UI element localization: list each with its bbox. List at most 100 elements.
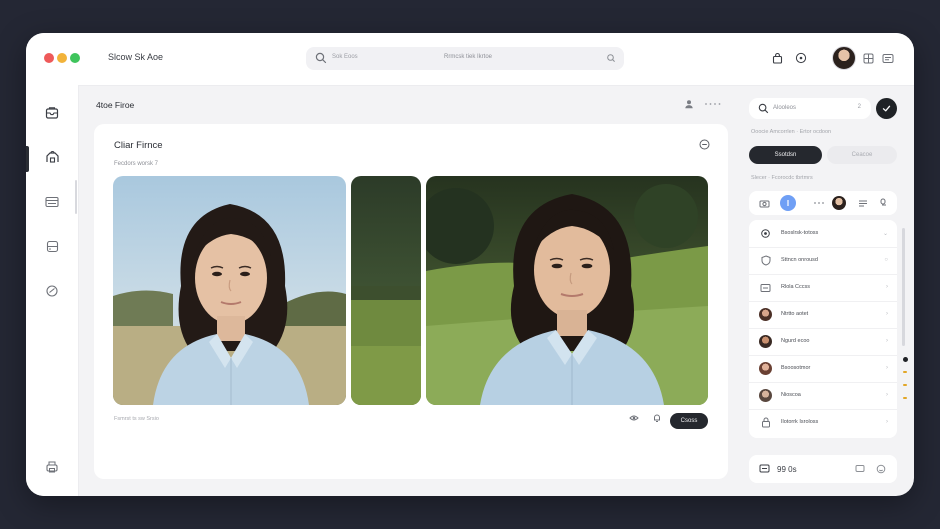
grid-icon[interactable] <box>861 51 875 65</box>
item-list: Bsoslrsk-totoss ⌄ Sttncn onrousd ○ Rlola… <box>749 220 897 438</box>
avatar <box>759 308 772 321</box>
tab-active[interactable]: Ssotdsn <box>749 146 822 164</box>
search-icon <box>758 103 769 114</box>
list-item[interactable]: Nioscoa › <box>749 382 897 410</box>
settings-icon <box>759 227 772 240</box>
right-search-input[interactable]: Alooleos 2 <box>749 98 871 119</box>
app-title: Slcow Sk Aoe <box>108 52 164 62</box>
list-item[interactable]: Bsoosotmor › <box>749 355 897 383</box>
close-window-button[interactable] <box>44 53 54 63</box>
chevron-right-icon: › <box>886 311 888 317</box>
summary-value: 99 0s <box>777 465 797 474</box>
list-item-label: Rlola Cccss <box>781 284 811 290</box>
person-icon[interactable] <box>684 99 694 109</box>
chevron-right-icon: › <box>886 284 888 290</box>
help-icon[interactable] <box>794 51 808 65</box>
chevron-right-icon: › <box>886 392 888 398</box>
add-icon[interactable] <box>780 195 796 211</box>
card-subtitle: Fecdors worsk 7 <box>114 161 159 167</box>
card-icon[interactable] <box>42 192 62 212</box>
lock-icon <box>759 416 772 429</box>
avatar <box>759 362 772 375</box>
shield-icon <box>759 254 772 267</box>
bag-icon[interactable] <box>770 51 784 65</box>
avatar <box>759 335 772 348</box>
camera-icon[interactable] <box>757 196 771 210</box>
card-caption: Fsmrst ts sw Srsio <box>114 416 159 422</box>
tab-inactive[interactable]: Ceacoe <box>827 146 897 164</box>
sidebar-scrollbar[interactable] <box>75 180 77 214</box>
right-search-count: 2 <box>857 104 861 110</box>
page-title: 4toe Firoe <box>96 100 135 110</box>
confirm-button[interactable] <box>876 98 897 119</box>
list-item-label: Ngurd ecoo <box>781 338 810 344</box>
link-icon[interactable] <box>876 196 890 210</box>
scroll-position-dot[interactable] <box>903 357 908 362</box>
dots-icon[interactable] <box>812 196 826 210</box>
list-item[interactable]: Ngurd ecoo › <box>749 328 897 356</box>
toggle-icon: ○ <box>884 257 888 263</box>
list-icon[interactable] <box>856 196 870 210</box>
list-item[interactable]: Rlola Cccss › <box>749 274 897 302</box>
list-item-label: Bsoslrsk-totoss <box>781 230 819 236</box>
message-icon[interactable] <box>759 464 770 474</box>
search-bar[interactable]: Sok Eoos Rrmcsk tiek Ikrtoe <box>306 47 624 70</box>
tag-icon <box>759 281 772 294</box>
app-window: Slcow Sk Aoe Sok Eoos Rrmcsk tiek Ikrtoe <box>26 33 914 496</box>
list-item-label: Nioscoa <box>781 392 801 398</box>
list-scrollbar[interactable] <box>902 228 905 346</box>
chevron-right-icon: › <box>886 419 888 425</box>
list-item[interactable]: Bsoslrsk-totoss ⌄ <box>749 220 897 248</box>
user-avatar[interactable] <box>832 46 856 70</box>
check-icon <box>882 105 891 112</box>
more-icon[interactable] <box>704 102 722 106</box>
list-item-label: Ntrtto aotet <box>781 311 809 317</box>
list-item-label: Sttncn onrousd <box>781 257 818 263</box>
list-item[interactable]: Sttncn onrousd ○ <box>749 247 897 275</box>
sidebar <box>26 85 79 496</box>
panel-label-mid: Slecer · Fcorocdc tbrtmrs <box>751 175 813 181</box>
bell-icon[interactable] <box>652 413 662 423</box>
layout-icon[interactable] <box>881 51 895 65</box>
main-toolbar <box>684 99 722 109</box>
avatar[interactable] <box>832 196 846 210</box>
photo-portrait-sky[interactable] <box>113 176 346 405</box>
panel-toolbar <box>749 191 897 215</box>
storage-icon[interactable] <box>42 236 62 256</box>
emoji-icon[interactable] <box>876 464 886 474</box>
image-compare-card: Cliar Firnce Fecdors worsk 7 Fsmrst ts s… <box>94 124 728 479</box>
chat-icon[interactable] <box>855 464 865 474</box>
list-item-label: Bsoosotmor <box>781 365 811 371</box>
chevron-down-icon: ⌄ <box>882 231 888 237</box>
title-bar: Slcow Sk Aoe Sok Eoos Rrmcsk tiek Ikrtoe <box>26 33 914 86</box>
summary-box: 99 0s <box>749 455 897 483</box>
search-icon <box>315 52 327 64</box>
puzzle-icon[interactable] <box>42 147 62 167</box>
chevron-right-icon: › <box>886 338 888 344</box>
save-button[interactable]: Csoss <box>670 413 708 429</box>
close-icon[interactable] <box>699 139 710 150</box>
list-item-label: Ilotorrk Isroloss <box>781 419 819 425</box>
card-title: Cliar Firnce <box>114 140 163 151</box>
list-item[interactable]: Ntrtto aotet › <box>749 301 897 329</box>
marker-tick <box>903 384 907 386</box>
search-center-text: Rrmcsk tiek Ikrtoe <box>444 54 493 60</box>
marker-tick <box>903 397 907 399</box>
maximize-window-button[interactable] <box>70 53 80 63</box>
right-search-placeholder: Alooleos <box>773 105 797 111</box>
list-item[interactable]: Ilotorrk Isroloss › <box>749 409 897 436</box>
sync-icon[interactable] <box>42 281 62 301</box>
sidebar-active-indicator <box>26 146 29 172</box>
printer-icon[interactable] <box>42 457 62 477</box>
minimize-window-button[interactable] <box>57 53 67 63</box>
inbox-icon[interactable] <box>42 103 62 123</box>
search-placeholder: Sok Eoos <box>332 54 358 60</box>
view-icon[interactable] <box>629 413 639 423</box>
marker-tick <box>903 371 907 373</box>
photo-portrait-field[interactable] <box>426 176 708 405</box>
panel-label-top: Ooocie Amcorrlen · Ertor ocdoon <box>751 129 832 135</box>
avatar <box>759 389 772 402</box>
filter-icon[interactable] <box>606 53 616 63</box>
photo-forest-strip[interactable] <box>351 176 421 405</box>
chevron-right-icon: › <box>886 365 888 371</box>
